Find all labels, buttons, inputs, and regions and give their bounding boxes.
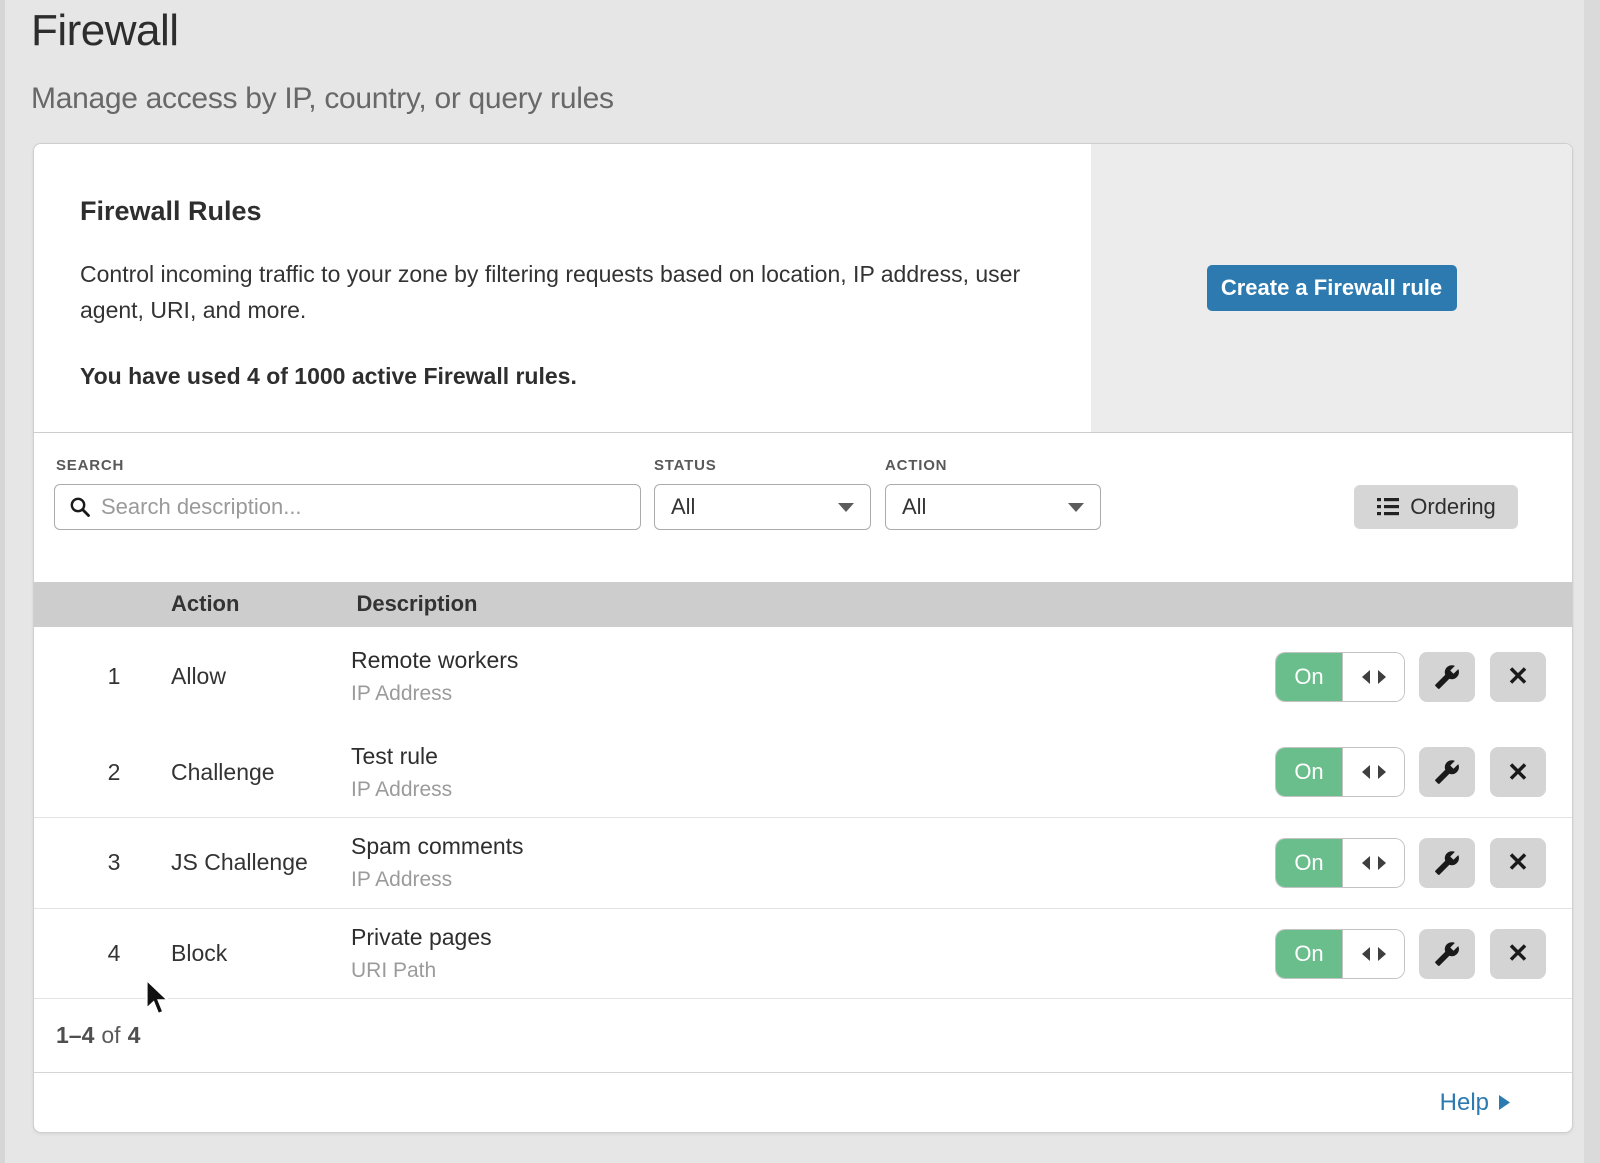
edit-rule-button[interactable]: [1419, 652, 1475, 702]
ordering-button[interactable]: Ordering: [1354, 485, 1518, 529]
column-header-description: Description: [356, 591, 477, 617]
page-title: Firewall: [31, 6, 614, 56]
rule-description: Private pages: [351, 924, 492, 951]
toggle-on-label: On: [1276, 748, 1342, 796]
edit-rule-button[interactable]: [1419, 929, 1475, 979]
toggle-handle-icon: [1342, 930, 1404, 978]
wrench-icon: [1434, 664, 1460, 690]
delete-rule-button[interactable]: ✕: [1490, 929, 1546, 979]
rule-controls: On ✕: [1276, 652, 1546, 702]
search-icon: [69, 496, 91, 518]
pagination: 1–4 of 4: [34, 999, 1572, 1072]
rule-description-block: Spam comments IP Address: [351, 833, 524, 892]
rule-enabled-toggle[interactable]: On: [1276, 930, 1404, 978]
rule-enabled-toggle[interactable]: On: [1276, 748, 1404, 796]
rule-description: Test rule: [351, 743, 452, 770]
toggle-on-label: On: [1276, 653, 1342, 701]
rule-field-type: IP Address: [351, 778, 452, 802]
window-edge-left: [0, 0, 5, 1163]
search-input[interactable]: [101, 494, 626, 520]
rule-description-block: Remote workers IP Address: [351, 647, 518, 706]
rule-controls: On ✕: [1276, 838, 1546, 888]
table-header: Action Description: [34, 582, 1572, 627]
firewall-rule-row: 1 Allow Remote workers IP Address On ✕: [34, 627, 1572, 728]
info-text-block: Firewall Rules Control incoming traffic …: [34, 144, 1091, 432]
close-icon: ✕: [1507, 757, 1529, 788]
info-heading: Firewall Rules: [80, 196, 1031, 227]
rule-priority: 3: [90, 849, 138, 876]
rule-field-type: IP Address: [351, 682, 518, 706]
help-link[interactable]: Help: [1440, 1089, 1511, 1117]
close-icon: ✕: [1507, 847, 1529, 878]
filter-section: SEARCH STATUS All ACTION All Ordering: [34, 433, 1572, 582]
window-edge-right: [1584, 0, 1600, 1163]
rule-field-type: URI Path: [351, 959, 492, 983]
rule-priority: 1: [90, 663, 138, 690]
chevron-down-icon: [838, 503, 854, 512]
toggle-handle-icon: [1342, 839, 1404, 887]
rule-action: JS Challenge: [171, 849, 308, 876]
firewall-rule-row: 2 Challenge Test rule IP Address On ✕: [34, 727, 1572, 818]
delete-rule-button[interactable]: ✕: [1490, 747, 1546, 797]
delete-rule-button[interactable]: ✕: [1490, 838, 1546, 888]
search-label: SEARCH: [56, 457, 124, 474]
firewall-rules-card: Firewall Rules Control incoming traffic …: [33, 143, 1573, 1133]
rule-enabled-toggle[interactable]: On: [1276, 653, 1404, 701]
toggle-handle-icon: [1342, 748, 1404, 796]
wrench-icon: [1434, 759, 1460, 785]
list-icon: [1376, 496, 1400, 518]
action-select[interactable]: All: [885, 484, 1101, 530]
search-field-container: [54, 484, 641, 530]
status-label: STATUS: [654, 457, 717, 474]
column-header-action: Action: [171, 591, 239, 617]
rule-action: Block: [171, 940, 227, 967]
card-footer: Help: [34, 1072, 1572, 1132]
rule-controls: On ✕: [1276, 747, 1546, 797]
toggle-handle-icon: [1342, 653, 1404, 701]
chevron-down-icon: [1068, 503, 1084, 512]
create-rule-panel: Create a Firewall rule: [1091, 144, 1572, 432]
rule-priority: 2: [90, 759, 138, 786]
page-subtitle: Manage access by IP, country, or query r…: [31, 82, 614, 116]
help-link-label: Help: [1440, 1089, 1489, 1117]
close-icon: ✕: [1507, 661, 1529, 692]
delete-rule-button[interactable]: ✕: [1490, 652, 1546, 702]
pagination-range: 1–4: [56, 1022, 94, 1049]
ordering-button-label: Ordering: [1410, 494, 1496, 520]
usage-summary: You have used 4 of 1000 active Firewall …: [80, 363, 1031, 390]
rule-field-type: IP Address: [351, 868, 524, 892]
rule-action: Challenge: [171, 759, 275, 786]
action-selected-value: All: [902, 494, 926, 520]
triangle-right-icon: [1498, 1094, 1511, 1111]
edit-rule-button[interactable]: [1419, 747, 1475, 797]
close-icon: ✕: [1507, 938, 1529, 969]
pagination-total: 4: [128, 1022, 141, 1049]
action-label: ACTION: [885, 457, 947, 474]
toggle-on-label: On: [1276, 839, 1342, 887]
firewall-rule-row: 4 Block Private pages URI Path On ✕: [34, 909, 1572, 1000]
status-selected-value: All: [671, 494, 695, 520]
page-header: Firewall Manage access by IP, country, o…: [31, 6, 614, 116]
wrench-icon: [1434, 850, 1460, 876]
pagination-of: of: [101, 1022, 120, 1049]
rule-description: Spam comments: [351, 833, 524, 860]
create-firewall-rule-button[interactable]: Create a Firewall rule: [1207, 265, 1457, 311]
wrench-icon: [1434, 941, 1460, 967]
toggle-on-label: On: [1276, 930, 1342, 978]
rule-action: Allow: [171, 663, 226, 690]
status-select[interactable]: All: [654, 484, 871, 530]
rule-enabled-toggle[interactable]: On: [1276, 839, 1404, 887]
info-section: Firewall Rules Control incoming traffic …: [34, 144, 1572, 433]
rule-priority: 4: [90, 940, 138, 967]
rule-description-block: Private pages URI Path: [351, 924, 492, 983]
rule-controls: On ✕: [1276, 929, 1546, 979]
edit-rule-button[interactable]: [1419, 838, 1475, 888]
firewall-rule-row: 3 JS Challenge Spam comments IP Address …: [34, 818, 1572, 909]
info-description: Control incoming traffic to your zone by…: [80, 256, 1031, 328]
rule-description-block: Test rule IP Address: [351, 743, 452, 802]
rule-description: Remote workers: [351, 647, 518, 674]
